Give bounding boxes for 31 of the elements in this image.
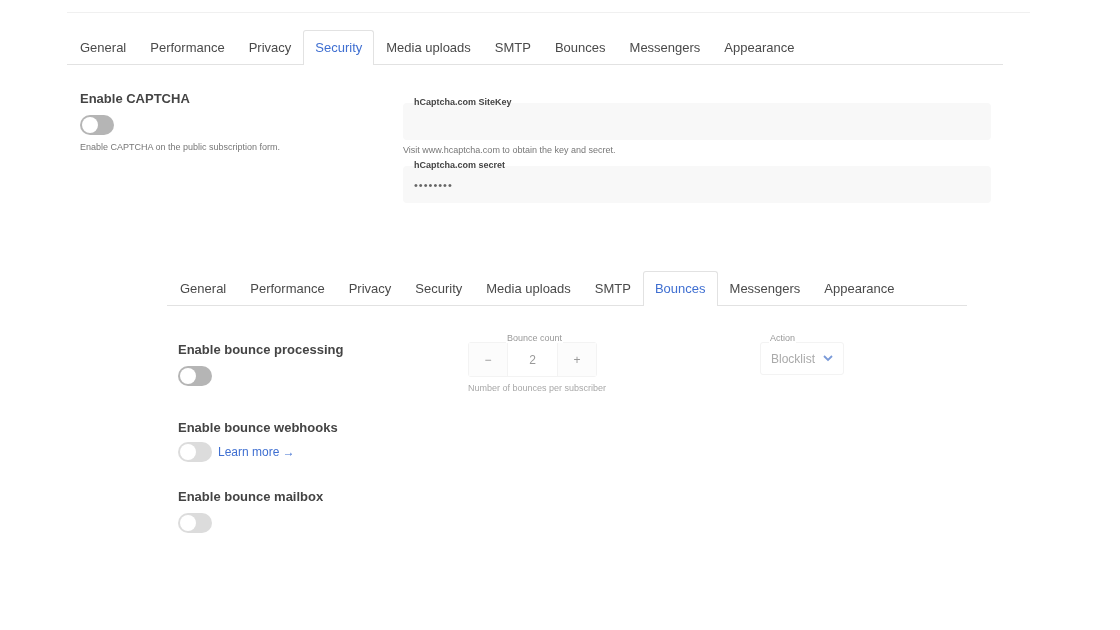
tab[interactable]: Bounces <box>542 30 618 65</box>
field-label: Bounce count <box>506 333 564 343</box>
setting-label: Enable CAPTCHA <box>80 91 191 106</box>
toggle-switch[interactable] <box>80 115 114 135</box>
tab[interactable]: SMTP <box>582 271 643 306</box>
tab[interactable]: Messengers <box>617 30 713 65</box>
tab[interactable]: Security <box>303 30 375 65</box>
setting-label: Enable bounce mailbox <box>178 489 325 504</box>
tab[interactable]: General <box>168 271 239 306</box>
help-text: Enable CAPTCHA on the public subscription form. <box>80 142 282 152</box>
tab[interactable]: Performance <box>138 30 237 65</box>
setting-label: Enable bounce processing <box>178 342 345 357</box>
tab[interactable]: Appearance <box>712 30 807 65</box>
tab[interactable]: Performance <box>238 271 337 306</box>
tab[interactable]: Media uploads <box>474 271 583 306</box>
tab[interactable]: Privacy <box>236 30 304 65</box>
field-label: Action <box>769 333 796 343</box>
help-text: Number of bounces per subscriber <box>468 383 608 393</box>
tab[interactable]: Security <box>403 271 475 306</box>
tab[interactable]: Bounces <box>642 271 718 306</box>
help-text: Visit www.hcaptcha.com to obtain the key and secret. <box>403 145 617 155</box>
tab[interactable]: Media uploads <box>374 30 483 65</box>
tab[interactable]: SMTP <box>482 30 543 65</box>
tab[interactable]: Privacy <box>336 271 404 306</box>
tab[interactable]: General <box>68 30 139 65</box>
tab[interactable]: Appearance <box>812 271 907 306</box>
field-label: hCaptcha.com SiteKey <box>414 97 512 107</box>
toggle-switch[interactable] <box>178 366 212 386</box>
chevron-down-icon <box>823 355 833 362</box>
tab[interactable]: Messengers <box>717 271 813 306</box>
setting-label: Enable bounce webhooks <box>178 420 339 435</box>
